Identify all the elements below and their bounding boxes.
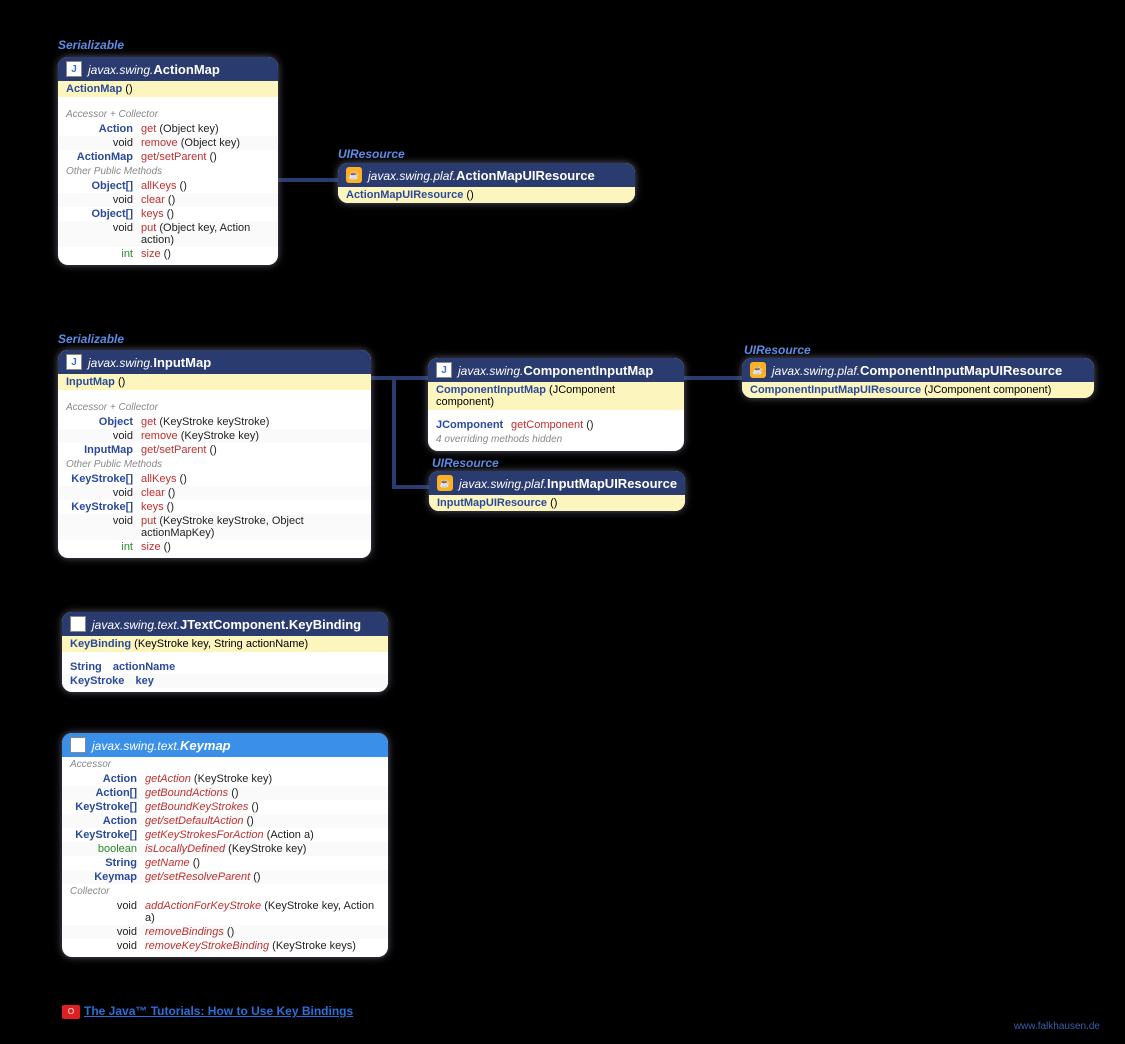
package-name: javax.swing. — [458, 364, 523, 378]
section-header: Accessor + Collector — [58, 400, 371, 415]
constructor-row[interactable]: KeyBinding (KeyStroke key, String action… — [62, 636, 388, 652]
tutorial-link[interactable]: OThe Java™ Tutorials: How to Use Key Bin… — [62, 1004, 353, 1019]
section-header: Other Public Methods — [58, 457, 371, 472]
connector — [392, 376, 396, 488]
method-row[interactable]: InputMapget/setParent () — [58, 443, 371, 457]
class-icon: J — [66, 354, 82, 370]
constructor-row[interactable]: ComponentInputMap (JComponent component) — [428, 382, 684, 410]
method-row[interactable]: voidremove (Object key) — [58, 136, 278, 150]
method-row[interactable]: Keymapget/setResolveParent () — [62, 870, 388, 884]
method-row[interactable]: voidclear () — [58, 193, 278, 207]
method-row[interactable]: Object[]keys () — [58, 207, 278, 221]
constructor-row[interactable]: ActionMap () — [58, 81, 278, 97]
method-row[interactable]: voidput (Object key, Action action) — [58, 221, 278, 247]
section-header: Accessor + Collector — [58, 107, 278, 122]
class-componentinputmapuiresource: ☕ javax.swing.plaf.ComponentInputMapUIRe… — [742, 358, 1094, 398]
plaf-icon: ☕ — [750, 362, 766, 378]
class-header: J javax.swing.InputMap — [58, 350, 371, 374]
class-header: J javax.swing.ActionMap — [58, 57, 278, 81]
class-icon: J — [436, 362, 452, 378]
class-name[interactable]: JTextComponent.KeyBinding — [180, 617, 361, 632]
method-row[interactable]: KeyStroke[]getKeyStrokesForAction (Actio… — [62, 828, 388, 842]
method-row[interactable]: voidremove (KeyStroke key) — [58, 429, 371, 443]
class-name[interactable]: InputMapUIResource — [547, 476, 677, 491]
class-name[interactable]: Keymap — [180, 738, 231, 753]
field-row[interactable]: KeyStroke key — [62, 674, 388, 688]
method-row[interactable]: KeyStroke[]getBoundKeyStrokes () — [62, 800, 388, 814]
constructor-row[interactable]: InputMapUIResource () — [429, 495, 685, 511]
method-row[interactable]: voidremoveKeyStrokeBinding (KeyStroke ke… — [62, 939, 388, 953]
package-name: javax.swing.plaf. — [368, 169, 456, 183]
package-name: javax.swing.text. — [92, 739, 180, 753]
interface-serializable[interactable]: Serializable — [58, 38, 124, 52]
class-header: ☕ javax.swing.plaf.ComponentInputMapUIRe… — [742, 358, 1094, 382]
method-row[interactable]: Actionget (Object key) — [58, 122, 278, 136]
class-name[interactable]: ComponentInputMapUIResource — [860, 363, 1062, 378]
class-inputmapuiresource: ☕ javax.swing.plaf.InputMapUIResource In… — [429, 471, 685, 511]
class-name[interactable]: ActionMap — [153, 62, 219, 77]
interface-uiresource-1[interactable]: UIResource — [338, 147, 405, 161]
section-header: Other Public Methods — [58, 164, 278, 179]
package-name: javax.swing.plaf. — [772, 364, 860, 378]
connector — [371, 376, 428, 380]
class-name[interactable]: ComponentInputMap — [523, 363, 653, 378]
class-header: J javax.swing.ComponentInputMap — [428, 358, 684, 382]
plaf-icon: ☕ — [437, 475, 453, 491]
package-name: javax.swing. — [88, 63, 153, 77]
connector — [684, 376, 742, 380]
class-header: ☕ javax.swing.plaf.ActionMapUIResource — [338, 163, 635, 187]
interface-header: Tt javax.swing.text.Keymap — [62, 733, 388, 757]
method-row[interactable]: ActiongetAction (KeyStroke key) — [62, 772, 388, 786]
field-row[interactable]: String actionName — [62, 660, 388, 674]
method-row[interactable]: KeyStroke[]keys () — [58, 500, 371, 514]
credit-link[interactable]: www.falkhausen.de — [1014, 1021, 1100, 1032]
method-row[interactable]: Object[]allKeys () — [58, 179, 278, 193]
class-actionmapuiresource: ☕ javax.swing.plaf.ActionMapUIResource A… — [338, 163, 635, 203]
class-actionmap: J javax.swing.ActionMap ActionMap () Acc… — [58, 57, 278, 265]
interface-uiresource-3[interactable]: UIResource — [432, 456, 499, 470]
class-icon: J — [66, 61, 82, 77]
class-keybinding: Tt javax.swing.text.JTextComponent.KeyBi… — [62, 612, 388, 692]
package-name: javax.swing.plaf. — [459, 477, 547, 491]
section-header: Collector — [62, 884, 388, 899]
class-inputmap: J javax.swing.InputMap InputMap () Acces… — [58, 350, 371, 558]
class-name[interactable]: ActionMapUIResource — [456, 168, 595, 183]
method-row[interactable]: voidclear () — [58, 486, 371, 500]
interface-uiresource-2[interactable]: UIResource — [744, 343, 811, 357]
method-row[interactable]: Actionget/setDefaultAction () — [62, 814, 388, 828]
method-row[interactable]: Objectget (KeyStroke keyStroke) — [58, 415, 371, 429]
constructor-row[interactable]: ComponentInputMapUIResource (JComponent … — [742, 382, 1094, 398]
class-icon: Tt — [70, 737, 86, 753]
method-row[interactable]: Action[]getBoundActions () — [62, 786, 388, 800]
hidden-note: 4 overriding methods hidden — [428, 432, 684, 447]
class-keymap: Tt javax.swing.text.Keymap Accessor Acti… — [62, 733, 388, 957]
constructor-row[interactable]: InputMap () — [58, 374, 371, 390]
method-row[interactable]: intsize () — [58, 540, 371, 554]
class-componentinputmap: J javax.swing.ComponentInputMap Componen… — [428, 358, 684, 451]
method-row[interactable]: ActionMapget/setParent () — [58, 150, 278, 164]
method-row[interactable]: intsize () — [58, 247, 278, 261]
method-row[interactable]: JComponentgetComponent () — [428, 418, 684, 432]
method-row[interactable]: voidaddActionForKeyStroke (KeyStroke key… — [62, 899, 388, 925]
method-row[interactable]: voidremoveBindings () — [62, 925, 388, 939]
class-header: ☕ javax.swing.plaf.InputMapUIResource — [429, 471, 685, 495]
class-icon: Tt — [70, 616, 86, 632]
method-row[interactable]: KeyStroke[]allKeys () — [58, 472, 371, 486]
class-name[interactable]: InputMap — [153, 355, 211, 370]
connector — [278, 178, 338, 182]
package-name: javax.swing.text. — [92, 618, 180, 632]
class-header: Tt javax.swing.text.JTextComponent.KeyBi… — [62, 612, 388, 636]
method-row[interactable]: booleanisLocallyDefined (KeyStroke key) — [62, 842, 388, 856]
method-row[interactable]: StringgetName () — [62, 856, 388, 870]
constructor-row[interactable]: ActionMapUIResource () — [338, 187, 635, 203]
section-header: Accessor — [62, 757, 388, 772]
method-row[interactable]: voidput (KeyStroke keyStroke, Object act… — [58, 514, 371, 540]
oracle-icon: O — [62, 1005, 80, 1019]
connector — [392, 485, 429, 489]
plaf-icon: ☕ — [346, 167, 362, 183]
interface-serializable-2[interactable]: Serializable — [58, 332, 124, 346]
package-name: javax.swing. — [88, 356, 153, 370]
